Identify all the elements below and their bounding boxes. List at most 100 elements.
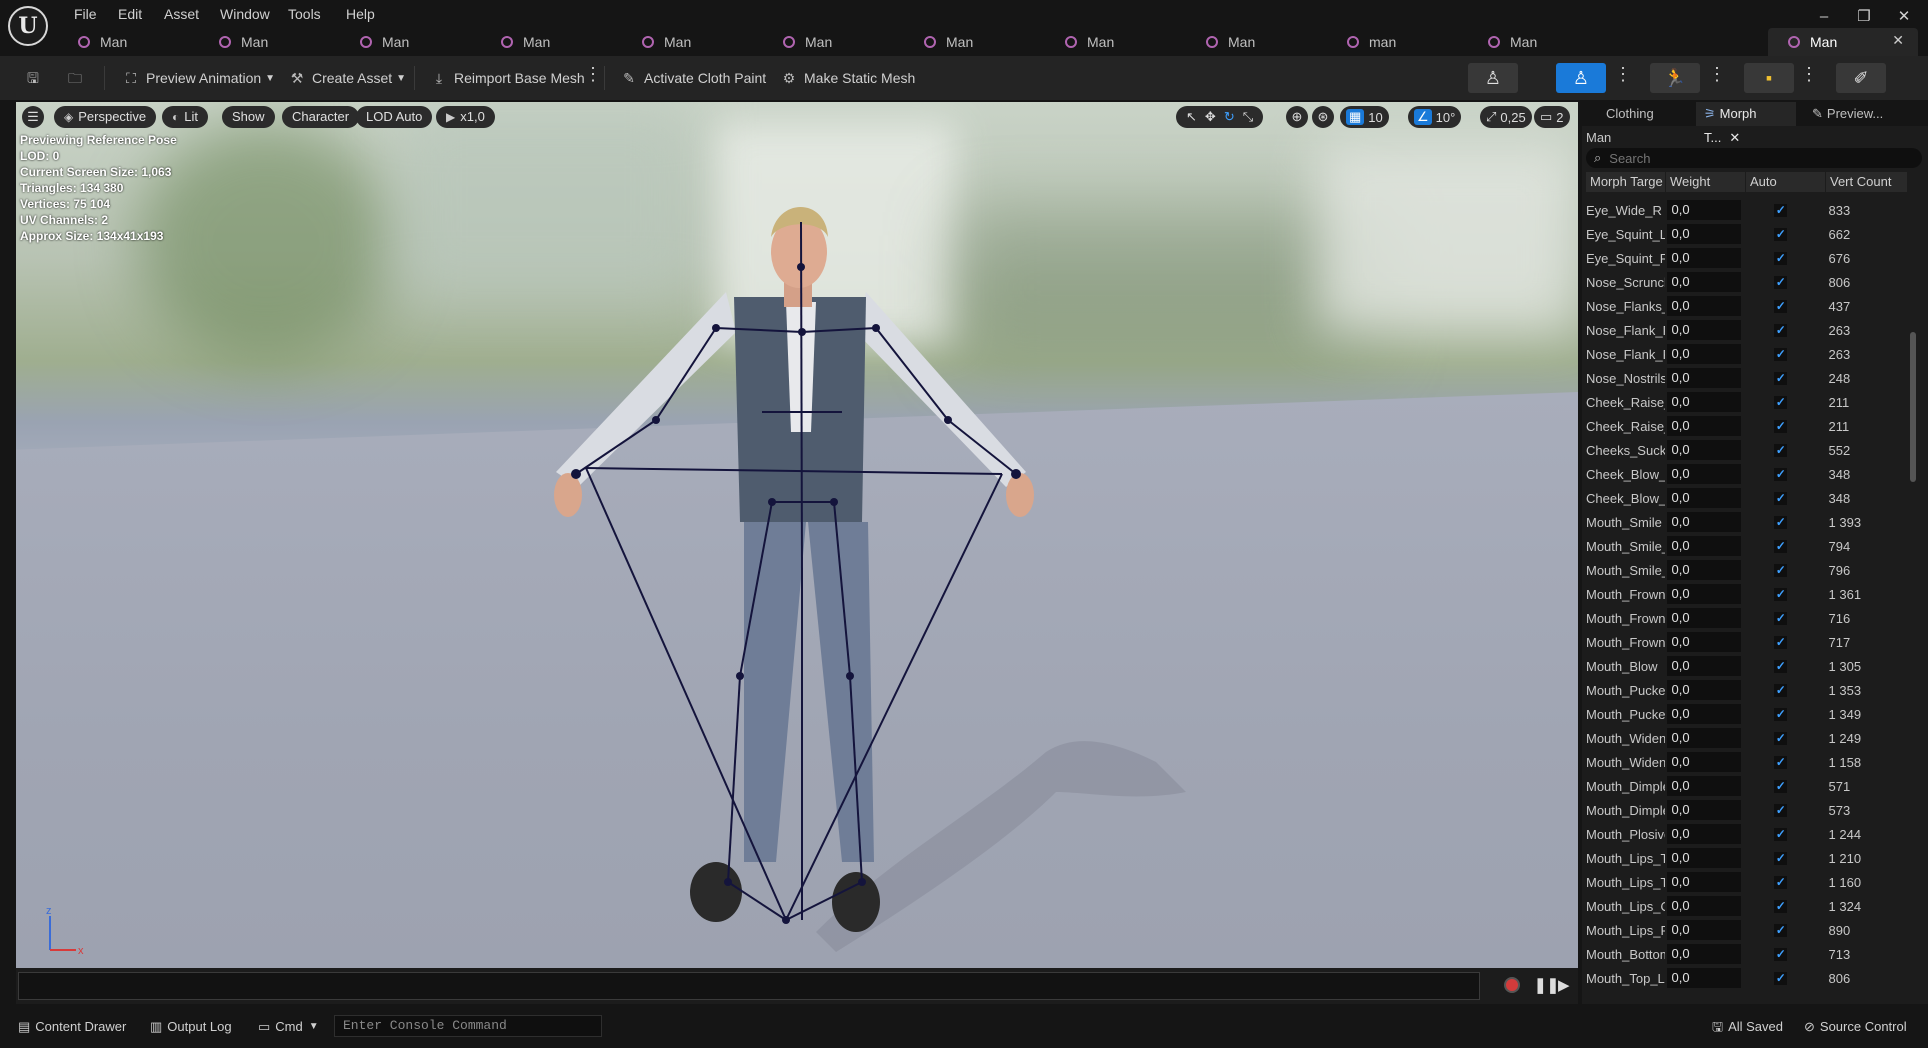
weight-field[interactable]: 0,0 (1667, 896, 1742, 916)
weight-field[interactable]: 0,0 (1667, 560, 1742, 580)
morph-target-row[interactable]: Mouth_Smile_ 0,0 ✓ 796 (1586, 558, 1908, 582)
more-options-icon[interactable]: ⋮ (1708, 64, 1726, 85)
weight-field[interactable]: 0,0 (1667, 920, 1742, 940)
auto-checkbox[interactable]: ✓ (1774, 803, 1788, 817)
auto-checkbox[interactable]: ✓ (1774, 875, 1788, 889)
weight-field[interactable]: 0,0 (1667, 848, 1742, 868)
auto-checkbox[interactable]: ✓ (1774, 467, 1788, 481)
menu-asset[interactable]: Asset (156, 4, 207, 24)
morph-target-row[interactable]: Mouth_Lips_O 0,0 ✓ 1 324 (1586, 894, 1908, 918)
auto-checkbox[interactable]: ✓ (1774, 275, 1788, 289)
auto-checkbox[interactable]: ✓ (1774, 731, 1788, 745)
morph-target-row[interactable]: Mouth_Lips_P 0,0 ✓ 890 (1586, 918, 1908, 942)
menu-file[interactable]: File (66, 4, 105, 24)
auto-checkbox[interactable]: ✓ (1774, 203, 1788, 217)
morph-target-row[interactable]: Cheek_Blow_R0,0 ✓ 348 (1586, 486, 1908, 510)
weight-field[interactable]: 0,0 (1667, 584, 1742, 604)
make-static-mesh-button[interactable]: ⚙ Make Static Mesh (780, 63, 916, 93)
weight-field[interactable]: 0,0 (1667, 464, 1742, 484)
morph-target-row[interactable]: Cheek_Raise_ 0,0 ✓ 211 (1586, 414, 1908, 438)
character-button[interactable]: Character (282, 106, 360, 128)
menu-window[interactable]: Window (212, 4, 278, 24)
search-input[interactable] (1607, 149, 1912, 167)
morph-target-row[interactable]: Mouth_Frown 0,0 ✓ 1 361 (1586, 582, 1908, 606)
morph-target-row[interactable]: Mouth_Lips_T 0,0 ✓ 1 210 (1586, 846, 1908, 870)
weight-field[interactable]: 0,0 (1667, 296, 1742, 316)
skeletal-mesh-mode-button[interactable]: ♙ (1556, 63, 1606, 93)
morph-target-row[interactable]: Mouth_Dimple 0,0 ✓ 571 (1586, 774, 1908, 798)
document-tab[interactable]: Man (199, 28, 339, 56)
more-options-icon[interactable]: ⋮ (1614, 64, 1632, 85)
content-drawer-button[interactable]: ▤ Content Drawer (18, 1016, 126, 1038)
blueprint-mode-button[interactable]: ▪ (1744, 63, 1794, 93)
timeline-scrubber[interactable] (18, 972, 1480, 1000)
morph-target-row[interactable]: Mouth_Smile 0,0 ✓ 1 393 (1586, 510, 1908, 534)
morph-target-row[interactable]: Mouth_Frown_ 0,0 ✓ 717 (1586, 630, 1908, 654)
preview-animation-button[interactable]: ⛶ Preview Animation ▼ (122, 63, 275, 93)
auto-checkbox[interactable]: ✓ (1774, 659, 1788, 673)
document-tab[interactable]: Man (481, 28, 621, 56)
morph-target-row[interactable]: Eye_Squint_L 0,0 ✓ 662 (1586, 222, 1908, 246)
morph-target-row[interactable]: Nose_Flank_R 0,0 ✓ 263 (1586, 342, 1908, 366)
preview-viewport[interactable]: ☰ ◈ Perspective ◐ Lit Show Character LOD A… (16, 102, 1578, 968)
list-scrollbar[interactable] (1910, 332, 1916, 482)
auto-checkbox[interactable]: ✓ (1774, 347, 1788, 361)
weight-field[interactable]: 0,0 (1667, 512, 1742, 532)
document-tab-active[interactable]: Man ✕ (1768, 28, 1918, 56)
auto-checkbox[interactable]: ✓ (1774, 539, 1788, 553)
close-tab-icon[interactable]: ✕ (1892, 32, 1904, 49)
weight-field[interactable]: 0,0 (1667, 752, 1742, 772)
show-button[interactable]: Show (222, 106, 275, 128)
morph-target-row[interactable]: Mouth_Frown_ 0,0 ✓ 716 (1586, 606, 1908, 630)
select-icon[interactable]: ↖ (1186, 109, 1197, 125)
grid-snap-toggle[interactable]: ▦ 10 (1340, 106, 1389, 128)
morph-target-row[interactable]: Cheek_Blow_L 0,0 ✓ 348 (1586, 462, 1908, 486)
camera-speed-button[interactable]: ▭ 2 (1534, 106, 1570, 128)
auto-checkbox[interactable]: ✓ (1774, 635, 1788, 649)
auto-checkbox[interactable]: ✓ (1774, 323, 1788, 337)
document-tab[interactable]: Man (763, 28, 903, 56)
translate-icon[interactable]: ✥ (1205, 109, 1216, 125)
auto-checkbox[interactable]: ✓ (1774, 899, 1788, 913)
scale-icon[interactable]: ⤡ (1243, 109, 1253, 125)
auto-checkbox[interactable]: ✓ (1774, 443, 1788, 457)
weight-field[interactable]: 0,0 (1667, 728, 1742, 748)
weight-field[interactable]: 0,0 (1667, 824, 1742, 844)
lod-button[interactable]: LOD Auto (356, 106, 433, 128)
weight-field[interactable]: 0,0 (1667, 392, 1742, 412)
rotate-icon[interactable]: ↻ (1224, 109, 1235, 125)
morph-target-row[interactable]: Mouth_Widen 0,0 ✓ 1 249 (1586, 726, 1908, 750)
weight-field[interactable]: 0,0 (1667, 320, 1742, 340)
weight-field[interactable]: 0,0 (1667, 200, 1742, 220)
weight-field[interactable]: 0,0 (1667, 344, 1742, 364)
play-rate-button[interactable]: ▶ x1,0 (436, 106, 495, 128)
pause-button[interactable]: ❚❚ (1534, 976, 1559, 994)
rotation-snap-toggle[interactable]: ∠ 10° (1408, 106, 1462, 128)
weight-field[interactable]: 0,0 (1667, 608, 1742, 628)
weight-field[interactable]: 0,0 (1667, 968, 1742, 988)
restore-button[interactable]: ❐ (1844, 4, 1884, 30)
lit-button[interactable]: ◐ Lit (162, 106, 208, 128)
auto-checkbox[interactable]: ✓ (1774, 923, 1788, 937)
world-local-icon[interactable]: ⊕ (1286, 106, 1308, 128)
column-auto[interactable]: Auto (1746, 172, 1826, 192)
morph-target-row[interactable]: Mouth_Smile_ 0,0 ✓ 794 (1586, 534, 1908, 558)
console-command-input[interactable]: Enter Console Command (334, 1015, 602, 1037)
weight-field[interactable]: 0,0 (1667, 656, 1742, 676)
weight-field[interactable]: 0,0 (1667, 536, 1742, 556)
close-window-button[interactable]: ✕ (1884, 4, 1924, 30)
weight-field[interactable]: 0,0 (1667, 440, 1742, 460)
auto-checkbox[interactable]: ✓ (1774, 371, 1788, 385)
close-tab-icon[interactable]: ✕ (1729, 130, 1740, 145)
morph-target-row[interactable]: Mouth_Blow 0,0 ✓ 1 305 (1586, 654, 1908, 678)
document-tab[interactable]: Man (904, 28, 1044, 56)
morph-target-row[interactable]: Mouth_Top_Li 0,0 ✓ 806 (1586, 966, 1908, 990)
document-tab[interactable]: man (1327, 28, 1467, 56)
auto-checkbox[interactable]: ✓ (1774, 563, 1788, 577)
menu-help[interactable]: Help (338, 4, 383, 24)
weight-field[interactable]: 0,0 (1667, 800, 1742, 820)
step-forward-button[interactable]: ▶ (1558, 976, 1570, 994)
document-tab[interactable]: Man (622, 28, 762, 56)
document-tab[interactable]: Man (58, 28, 198, 56)
weight-field[interactable]: 0,0 (1667, 944, 1742, 964)
